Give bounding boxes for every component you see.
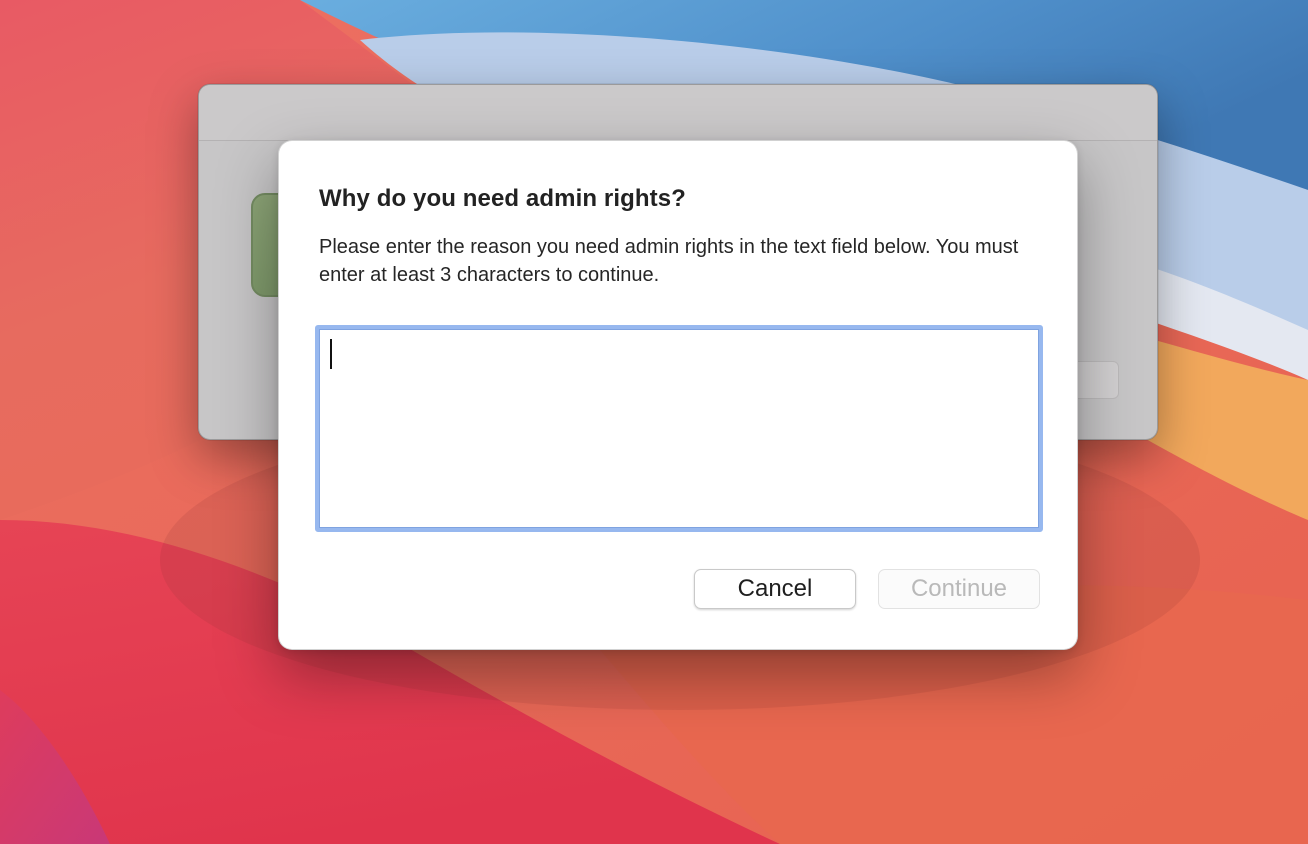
dialog-message: Please enter the reason you need admin r… — [319, 236, 1019, 286]
reason-text-field[interactable] — [315, 325, 1043, 532]
reason-input[interactable] — [319, 329, 1039, 528]
dialog-title: Why do you need admin rights? — [319, 185, 686, 212]
admin-reason-dialog: Why do you need admin rights? Please ent… — [278, 140, 1078, 650]
parent-window-titlebar — [199, 85, 1157, 141]
continue-button[interactable]: Continue — [878, 569, 1040, 609]
cancel-button[interactable]: Cancel — [694, 569, 856, 609]
